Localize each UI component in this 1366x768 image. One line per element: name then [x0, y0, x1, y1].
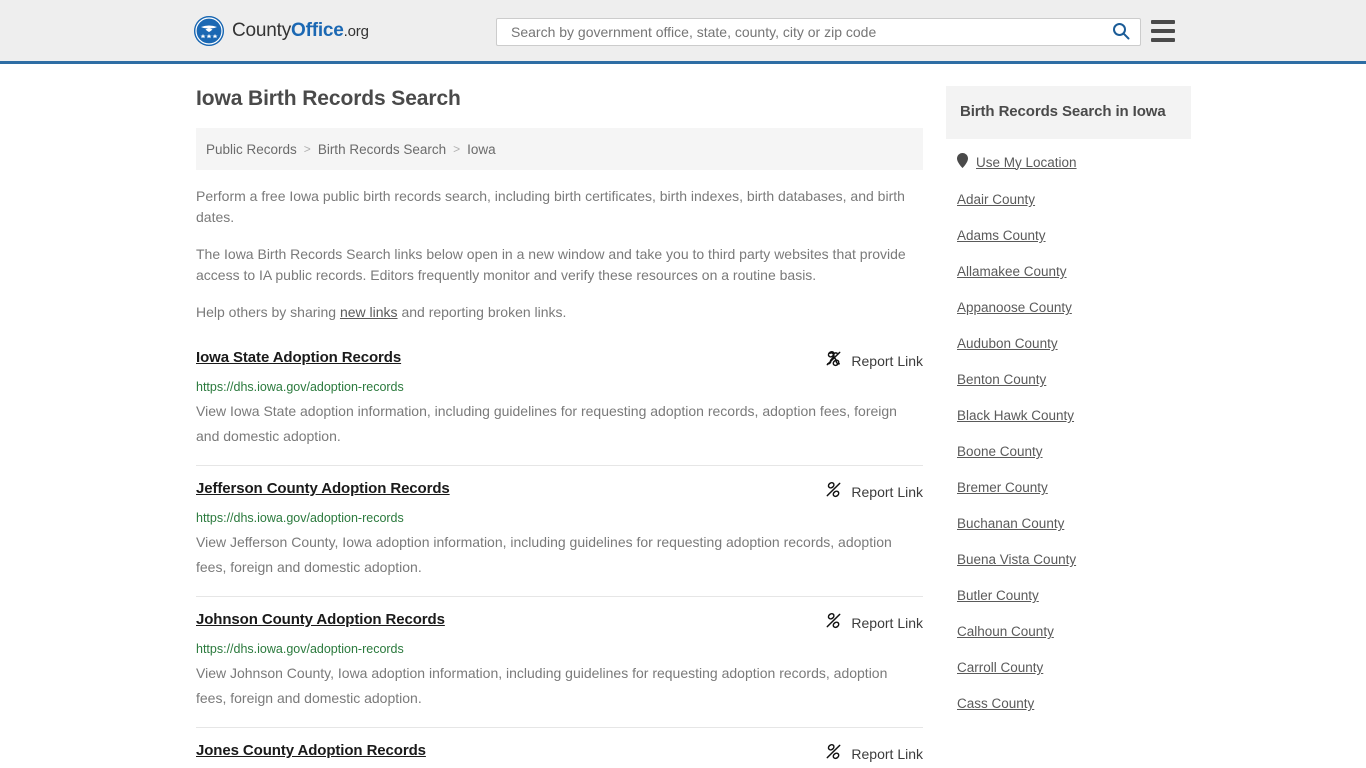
sidebar: Birth Records Search in Iowa Use My Loca…: [946, 86, 1191, 722]
county-link[interactable]: Adair County: [957, 192, 1035, 207]
result-url: https://dhs.iowa.gov/adoption-records: [196, 511, 404, 525]
county-link[interactable]: Allamakee County: [957, 264, 1067, 279]
use-my-location-link[interactable]: Use My Location: [976, 155, 1077, 171]
report-link-button[interactable]: Report Link: [825, 481, 923, 503]
county-link[interactable]: Carroll County: [957, 660, 1043, 675]
sidebar-county-list: Use My Location Adair County Adams Count…: [946, 139, 1191, 722]
new-links-link[interactable]: new links: [340, 304, 398, 320]
logo-wordmark: CountyOffice.org: [232, 20, 369, 42]
intro-paragraph-3-pre: Help others by sharing: [196, 304, 340, 320]
sidebar-item-county[interactable]: Butler County: [946, 578, 1191, 614]
result-url: https://dhs.iowa.gov/adoption-records: [196, 380, 404, 394]
result-title-link[interactable]: Jefferson County Adoption Records: [196, 480, 450, 497]
county-link[interactable]: Bremer County: [957, 480, 1048, 495]
page-body: Iowa Birth Records Search Public Records…: [0, 64, 1366, 768]
broken-link-icon: [825, 350, 842, 372]
report-link-label: Report Link: [851, 746, 923, 762]
sidebar-item-county[interactable]: Boone County: [946, 434, 1191, 470]
logo-text-office: Office: [291, 19, 344, 41]
sidebar-item-county[interactable]: Adair County: [946, 182, 1191, 218]
eagle-shield-logo-icon: [194, 15, 224, 46]
results-list: Iowa State Adoption Records Report Link …: [196, 345, 923, 768]
site-logo[interactable]: CountyOffice.org: [194, 15, 369, 46]
breadcrumb: Public Records > Birth Records Search > …: [196, 128, 923, 170]
result-url: https://dhs.iowa.gov/adoption-records: [196, 642, 404, 656]
intro-paragraph-3-post: and reporting broken links.: [397, 304, 567, 320]
sidebar-item-county[interactable]: Buena Vista County: [946, 542, 1191, 578]
sidebar-item-county[interactable]: Allamakee County: [946, 254, 1191, 290]
sidebar-item-county[interactable]: Carroll County: [946, 650, 1191, 686]
result-item: Johnson County Adoption Records Report L…: [196, 597, 923, 728]
report-link-label: Report Link: [851, 615, 923, 631]
intro-paragraph-1: Perform a free Iowa public birth records…: [196, 188, 905, 225]
county-link[interactable]: Adams County: [957, 228, 1046, 243]
intro-paragraph-2: The Iowa Birth Records Search links belo…: [196, 246, 906, 283]
result-title-link[interactable]: Iowa State Adoption Records: [196, 349, 401, 366]
county-link[interactable]: Butler County: [957, 588, 1039, 603]
hamburger-menu-icon[interactable]: [1151, 20, 1175, 42]
result-title-link[interactable]: Jones County Adoption Records: [196, 742, 426, 759]
result-description: View Iowa State adoption information, in…: [196, 403, 897, 444]
sidebar-item-use-my-location[interactable]: Use My Location: [946, 139, 1191, 182]
hamburger-bar-1: [1151, 20, 1175, 24]
sidebar-item-county[interactable]: Audubon County: [946, 326, 1191, 362]
main-content: Iowa Birth Records Search Public Records…: [196, 86, 923, 768]
county-link[interactable]: Audubon County: [957, 336, 1058, 351]
broken-link-icon: [825, 743, 842, 765]
sidebar-item-county[interactable]: Adams County: [946, 218, 1191, 254]
report-link-label: Report Link: [851, 484, 923, 500]
report-link-button[interactable]: Report Link: [825, 350, 923, 372]
breadcrumb-item-2: Iowa: [467, 141, 496, 157]
report-link-button[interactable]: Report Link: [825, 743, 923, 765]
sidebar-item-county[interactable]: Cass County: [946, 686, 1191, 722]
search-input[interactable]: [509, 23, 1110, 41]
sidebar-item-county[interactable]: Bremer County: [946, 470, 1191, 506]
county-link[interactable]: Cass County: [957, 696, 1034, 711]
map-pin-icon: [957, 153, 968, 172]
search-icon: [1112, 22, 1130, 43]
county-link[interactable]: Appanoose County: [957, 300, 1072, 315]
sidebar-item-county[interactable]: Buchanan County: [946, 506, 1191, 542]
search-bar[interactable]: [496, 18, 1141, 46]
result-description: View Jefferson County, Iowa adoption inf…: [196, 534, 892, 575]
breadcrumb-separator-1: >: [453, 142, 461, 156]
county-link[interactable]: Boone County: [957, 444, 1043, 459]
intro-paragraph-3: Help others by sharing new links and rep…: [196, 302, 912, 323]
hamburger-bar-2: [1151, 29, 1175, 33]
sidebar-item-county[interactable]: Appanoose County: [946, 290, 1191, 326]
county-link[interactable]: Buena Vista County: [957, 552, 1076, 567]
broken-link-icon: [825, 612, 842, 634]
report-link-label: Report Link: [851, 353, 923, 369]
result-description: View Johnson County, Iowa adoption infor…: [196, 665, 888, 706]
page-title: Iowa Birth Records Search: [196, 87, 461, 110]
hamburger-bar-3: [1151, 38, 1175, 42]
sidebar-item-county[interactable]: Benton County: [946, 362, 1191, 398]
sidebar-item-county[interactable]: Black Hawk County: [946, 398, 1191, 434]
result-item: Iowa State Adoption Records Report Link …: [196, 345, 923, 466]
result-item: Jones County Adoption Records Report Lin…: [196, 728, 923, 768]
county-link[interactable]: Calhoun County: [957, 624, 1054, 639]
county-link[interactable]: Buchanan County: [957, 516, 1064, 531]
logo-text-county: County: [232, 19, 292, 41]
sidebar-heading: Birth Records Search in Iowa: [946, 86, 1191, 139]
site-header: CountyOffice.org: [0, 0, 1366, 64]
report-link-button[interactable]: Report Link: [825, 612, 923, 634]
breadcrumb-separator-0: >: [303, 142, 311, 156]
county-link[interactable]: Benton County: [957, 372, 1046, 387]
result-item: Jefferson County Adoption Records Report…: [196, 466, 923, 597]
sidebar-item-county[interactable]: Calhoun County: [946, 614, 1191, 650]
result-title-link[interactable]: Johnson County Adoption Records: [196, 611, 445, 628]
search-button[interactable]: [1110, 22, 1132, 43]
breadcrumb-item-1[interactable]: Birth Records Search: [318, 142, 446, 157]
logo-text-tld: .org: [343, 22, 369, 40]
county-link[interactable]: Black Hawk County: [957, 408, 1074, 423]
broken-link-icon: [825, 481, 842, 503]
breadcrumb-item-0[interactable]: Public Records: [206, 142, 297, 157]
intro-text: Perform a free Iowa public birth records…: [196, 186, 923, 323]
